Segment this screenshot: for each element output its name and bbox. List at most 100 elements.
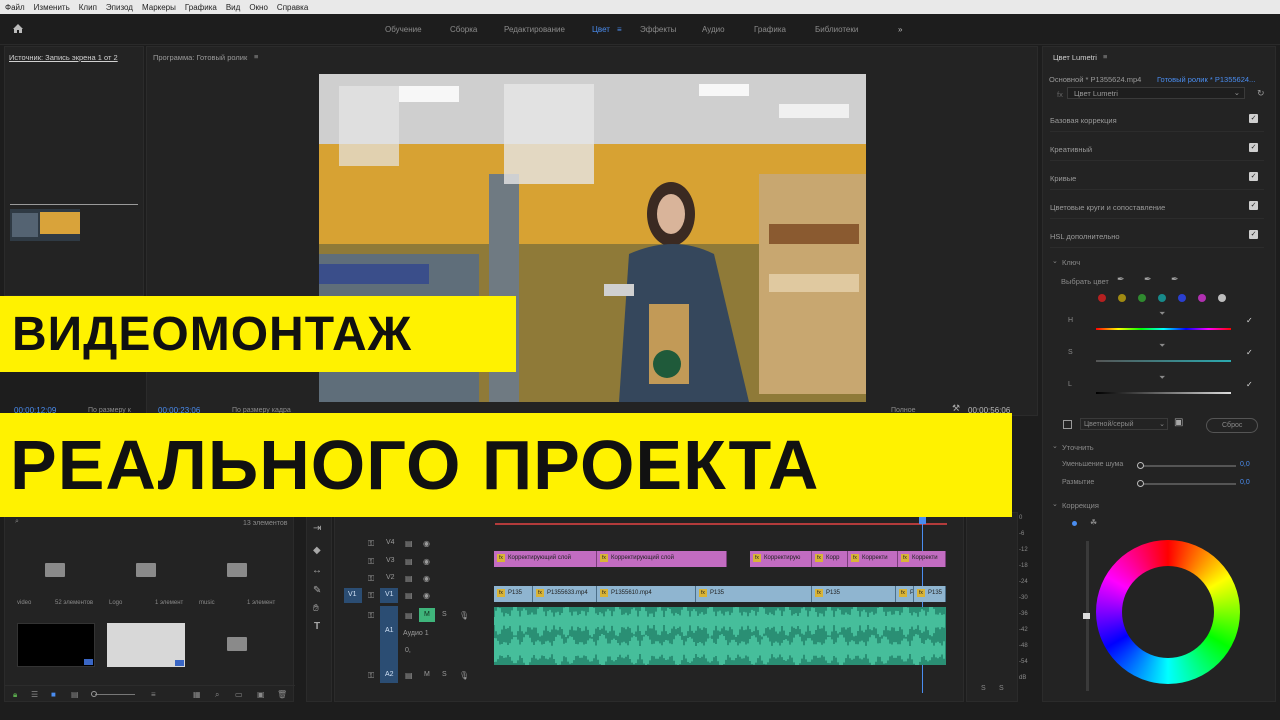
blur-slider[interactable]: [1140, 483, 1236, 485]
menu-window[interactable]: Окно: [249, 3, 268, 12]
menu-clip[interactable]: Клип: [79, 3, 97, 12]
hue-enable-check[interactable]: ✓: [1246, 316, 1253, 325]
mic-icon[interactable]: 🎙︎: [459, 611, 469, 620]
denoise-slider-handle[interactable]: [1137, 462, 1144, 469]
lumetri-section[interactable]: Базовая коррекция ✓: [1050, 110, 1264, 132]
video-clip[interactable]: fxP135: [914, 586, 946, 602]
playhead-handle[interactable]: [919, 517, 926, 524]
video-clip[interactable]: fxP135: [812, 586, 896, 602]
preset-color-swatch[interactable]: [1198, 294, 1206, 302]
chevron-down-icon[interactable]: ⌄: [1052, 257, 1058, 265]
audio-track-volume[interactable]: 0,: [405, 647, 411, 654]
three-wheel-icon[interactable]: ☘︎: [1090, 518, 1097, 527]
denoise-slider[interactable]: [1140, 465, 1236, 467]
tab-graphics[interactable]: Графика: [754, 25, 786, 34]
hue-range-slider[interactable]: [1096, 328, 1231, 330]
video-clip[interactable]: fxP135: [696, 586, 812, 602]
toggle-sync-icon[interactable]: ▤: [405, 574, 413, 583]
icon-view-icon[interactable]: ■: [51, 690, 56, 699]
search-icon[interactable]: ⌕: [15, 518, 19, 526]
menu-edit[interactable]: Изменить: [34, 3, 70, 12]
lumetri-section-checkbox[interactable]: ✓: [1249, 172, 1258, 181]
lumetri-section[interactable]: HSL дополнительно ✓: [1050, 226, 1264, 248]
preset-color-swatch[interactable]: [1178, 294, 1186, 302]
bin-name[interactable]: music: [199, 600, 215, 606]
chevron-right-icon[interactable]: »: [898, 25, 902, 34]
bin-name[interactable]: video: [17, 600, 31, 606]
find-icon[interactable]: ⌕: [215, 690, 219, 700]
single-wheel-radio[interactable]: [1072, 521, 1077, 526]
lock-icon[interactable]: ⚿: [368, 574, 374, 584]
track-label-v4[interactable]: V4: [386, 539, 395, 546]
lumetri-section-checkbox[interactable]: ✓: [1249, 143, 1258, 152]
saturation-slider-handle[interactable]: ⏷: [1159, 341, 1165, 351]
adjustment-layer-clip[interactable]: fx Корректи: [848, 551, 898, 567]
adjustment-layer-clip[interactable]: fx Корректи: [898, 551, 946, 567]
freeform-view-icon[interactable]: ▤: [71, 690, 79, 699]
pen-icon[interactable]: ✎: [313, 585, 321, 596]
playhead[interactable]: [922, 513, 923, 693]
adjustment-layer-clip[interactable]: fx Корректирующий слой: [494, 551, 597, 567]
list-view-icon[interactable]: ☰: [31, 690, 38, 699]
preset-color-swatch[interactable]: [1158, 294, 1166, 302]
tab-effects[interactable]: Эффекты: [640, 25, 676, 34]
saturation-range-slider[interactable]: [1096, 360, 1231, 362]
folder-icon[interactable]: [45, 563, 65, 577]
tab-libraries[interactable]: Библиотеки: [815, 25, 858, 34]
adjustment-layer-clip[interactable]: fx Корректирующий слой: [597, 551, 727, 567]
folder-icon[interactable]: [227, 637, 247, 651]
bw-checkbox[interactable]: [1063, 420, 1072, 429]
color-wheel[interactable]: [1096, 540, 1240, 684]
lumetri-target-clip[interactable]: Готовый ролик * P1355624...: [1157, 75, 1255, 84]
key-section-title[interactable]: Ключ: [1062, 258, 1080, 267]
home-icon[interactable]: [12, 23, 24, 34]
hand-icon[interactable]: ✋︎: [313, 603, 319, 614]
program-title[interactable]: Программа: Готовый ролик: [153, 53, 247, 62]
lock-icon[interactable]: ⚿: [368, 671, 374, 681]
lumetri-title[interactable]: Цвет Lumetri: [1053, 53, 1097, 62]
lock-icon[interactable]: ⚿: [368, 591, 374, 601]
luminance-enable-check[interactable]: ✓: [1246, 380, 1253, 389]
preset-color-swatch[interactable]: [1138, 294, 1146, 302]
toggle-sync-icon[interactable]: ▤: [405, 591, 413, 600]
eyedropper-add-icon[interactable]: ✒︎: [1144, 274, 1152, 285]
razor-icon[interactable]: ↔: [312, 565, 322, 576]
adjustment-layer-clip[interactable]: fx Корр: [812, 551, 848, 567]
menu-graphics[interactable]: Графика: [185, 3, 217, 12]
lock-icon[interactable]: ⚿: [368, 557, 374, 567]
sort-icon[interactable]: ≡: [151, 690, 156, 699]
menu-help[interactable]: Справка: [277, 3, 308, 12]
blur-slider-handle[interactable]: [1137, 480, 1144, 487]
menu-markers[interactable]: Маркеры: [142, 3, 176, 12]
chevron-down-icon[interactable]: ⌄: [1052, 442, 1058, 450]
new-bin-icon[interactable]: ▭: [235, 690, 243, 699]
ripple-edit-icon[interactable]: ◆: [313, 545, 321, 556]
lock-icon[interactable]: 🔒︎: [13, 690, 17, 700]
lock-icon[interactable]: ⚿: [368, 611, 374, 621]
trash-icon[interactable]: 🗑︎: [277, 690, 287, 699]
preset-color-swatch[interactable]: [1118, 294, 1126, 302]
track-select-icon[interactable]: ⇥: [313, 523, 321, 534]
preset-color-swatch[interactable]: [1098, 294, 1106, 302]
reset-button[interactable]: Сброс: [1206, 418, 1258, 433]
type-icon[interactable]: T: [314, 621, 320, 632]
eye-icon[interactable]: ◉: [423, 539, 430, 548]
luminance-slider-handle[interactable]: ⏷: [1159, 373, 1165, 383]
chevron-down-icon[interactable]: ⌄: [1052, 500, 1058, 508]
eyedropper-remove-icon[interactable]: ✒︎: [1171, 274, 1179, 285]
zoom-slider-handle[interactable]: [91, 691, 97, 697]
eyedropper-icon[interactable]: ✒︎: [1117, 274, 1125, 285]
hamburger-icon[interactable]: ≡: [617, 25, 622, 34]
tab-audio[interactable]: Аудио: [702, 25, 725, 34]
meter-solo-right[interactable]: S: [999, 685, 1004, 692]
show-mask-icon[interactable]: ▣: [1174, 417, 1183, 428]
toggle-sync-icon[interactable]: ▤: [405, 539, 413, 548]
preset-color-swatch[interactable]: [1218, 294, 1226, 302]
clip-thumbnail[interactable]: [107, 623, 185, 667]
tab-color[interactable]: Цвет: [592, 25, 610, 34]
menu-sequence[interactable]: Эпизод: [106, 3, 133, 12]
track-label-v2[interactable]: V2: [386, 574, 395, 581]
source-title[interactable]: Источник: Запись экрена 1 от 2: [9, 53, 118, 62]
eye-icon[interactable]: ◉: [423, 591, 430, 600]
audio-clip-waveform[interactable]: [494, 607, 946, 665]
